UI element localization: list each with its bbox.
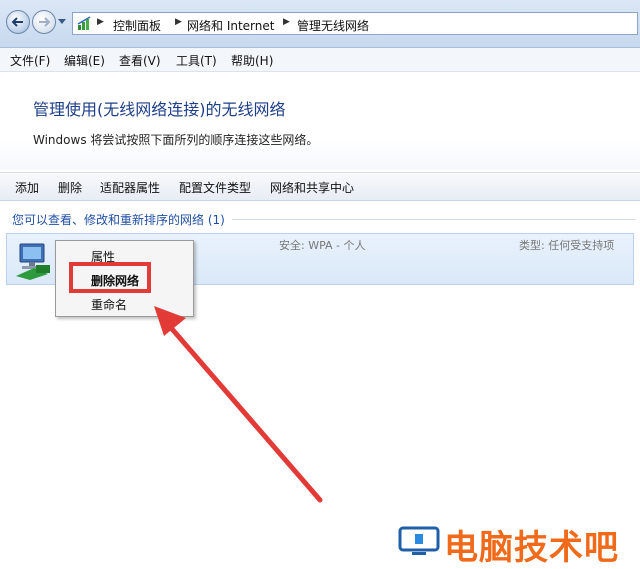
menu-help[interactable]: 帮助(H) [231,52,273,69]
control-panel-icon [77,16,91,30]
page-description: Windows 将尝试按照下面所列的顺序连接这些网络。 [33,133,319,147]
breadcrumb-control-panel[interactable]: 控制面板 [113,17,161,34]
adapter-properties-button[interactable]: 适配器属性 [100,179,160,196]
network-sharing-center-button[interactable]: 网络和共享中心 [270,179,354,196]
breadcrumb-manage-wireless[interactable]: 管理无线网络 [297,17,369,34]
address-bar: ▶ 控制面板 ▶ 网络和 Internet ▶ 管理无线网络 [0,0,640,48]
forward-button[interactable] [32,10,56,34]
menu-file[interactable]: 文件(F) [10,52,50,69]
context-menu-rename[interactable]: 重命名 [91,296,127,313]
menu-view[interactable]: 查看(V) [119,52,161,69]
chevron-right-icon[interactable]: ▶ [283,17,290,27]
address-path[interactable]: ▶ 控制面板 ▶ 网络和 Internet ▶ 管理无线网络 [72,12,638,35]
page-title: 管理使用(无线网络连接)的无线网络 [33,100,286,119]
wireless-network-icon [16,243,50,280]
page-header [0,72,640,170]
menu-edit[interactable]: 编辑(E) [64,52,105,69]
computer-icon [398,526,440,555]
context-menu: 属性 删除网络 重命名 [55,240,194,317]
command-toolbar: 添加 删除 适配器属性 配置文件类型 网络和共享中心 [0,172,640,201]
watermark-text: 电脑技术吧 [444,528,619,568]
breadcrumb-network-internet[interactable]: 网络和 Internet [187,17,274,34]
network-group-label: 您可以查看、修改和重新排序的网络 (1) [12,213,225,227]
add-button[interactable]: 添加 [15,179,39,196]
back-arrow-icon [11,17,23,27]
chevron-right-icon[interactable]: ▶ [175,17,182,27]
recent-pages-dropdown[interactable] [58,19,66,24]
forward-arrow-icon [39,17,51,27]
menu-tools[interactable]: 工具(T) [176,52,217,69]
group-divider [232,219,636,220]
watermark-logo: 电脑技术吧 [398,520,638,568]
chevron-right-icon[interactable]: ▶ [97,17,104,27]
network-type: 类型: 任何受支持项 [519,239,615,252]
profile-types-button[interactable]: 配置文件类型 [179,179,251,196]
back-button[interactable] [6,10,30,34]
menu-bar: 文件(F) 编辑(E) 查看(V) 工具(T) 帮助(H) [0,48,640,72]
remove-button[interactable]: 删除 [58,179,82,196]
highlight-box [69,262,151,293]
network-security: 安全: WPA - 个人 [279,239,366,252]
